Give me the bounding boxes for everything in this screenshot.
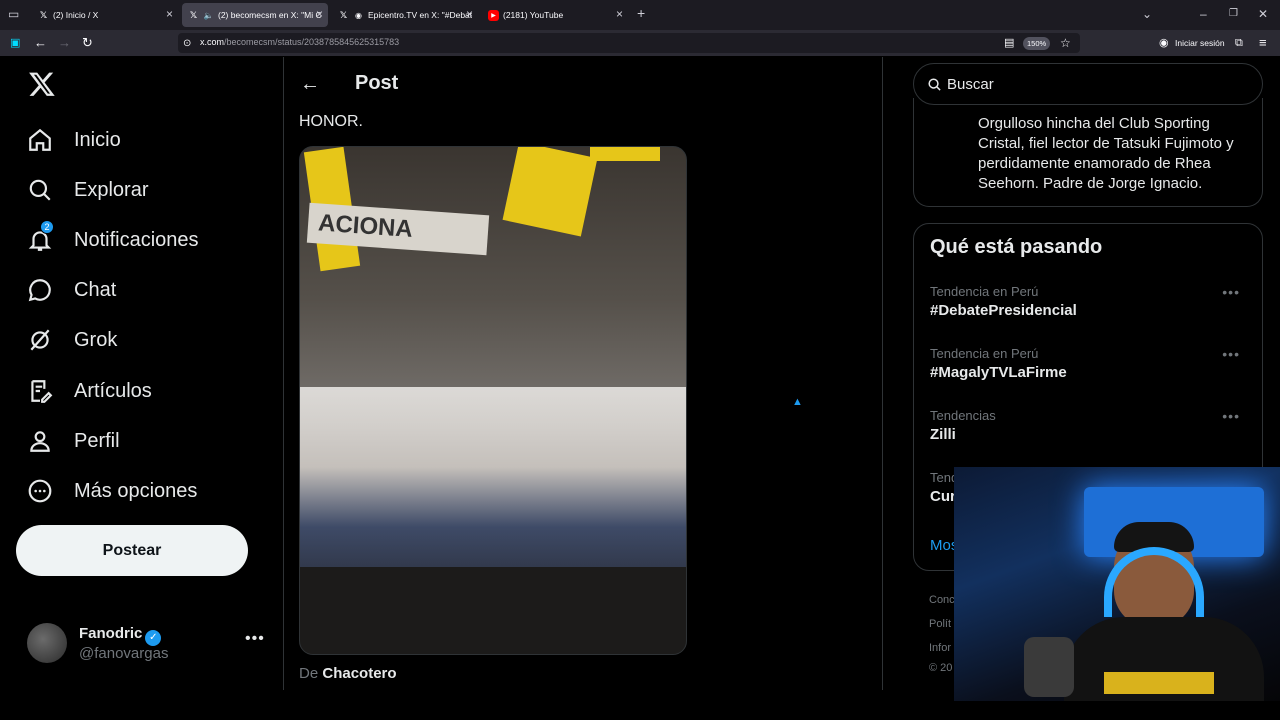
column-divider bbox=[283, 57, 284, 690]
flag-shape bbox=[590, 147, 660, 161]
verified-badge-icon: ✓ bbox=[145, 630, 162, 646]
menu-icon[interactable]: ≡ bbox=[1259, 35, 1267, 51]
trends-title: Qué está pasando bbox=[930, 236, 1103, 258]
close-tab-icon[interactable]: × bbox=[466, 7, 473, 21]
flag-shape bbox=[502, 147, 598, 237]
url-bar[interactable]: ⊙ x.com/becomecsm/status/203878584562531… bbox=[178, 33, 1080, 53]
youtube-icon: ▶ bbox=[488, 9, 499, 21]
zoom-indicator[interactable]: 150% bbox=[1023, 37, 1051, 50]
close-tab-icon[interactable]: × bbox=[316, 7, 323, 21]
footer-link[interactable]: Conc bbox=[929, 594, 955, 606]
sidebar-item-explorar[interactable]: Explorar bbox=[26, 172, 148, 208]
tab-list-icon[interactable]: ▭ bbox=[8, 7, 19, 21]
tab-inicio[interactable]: 𝕏 (2) Inicio / X × bbox=[32, 3, 178, 27]
account-switcher[interactable]: Fanodric ✓ @fanovargas ••• bbox=[27, 622, 267, 666]
jersey-stripe-shape bbox=[1104, 672, 1214, 694]
chevron-down-icon[interactable]: ⌄ bbox=[1142, 7, 1152, 21]
close-tab-icon[interactable]: × bbox=[166, 7, 173, 21]
more-dots-icon[interactable]: ••• bbox=[1222, 408, 1240, 424]
bookmark-star-icon[interactable]: ☆ bbox=[1060, 35, 1071, 51]
restore-icon[interactable]: ❐ bbox=[1229, 8, 1238, 19]
browser-tab-bar: ▭ 𝕏 (2) Inicio / X × 𝕏 🔈 (2) becomecsm e… bbox=[0, 0, 1280, 30]
sidebar-item-inicio[interactable]: Inicio bbox=[26, 122, 121, 158]
signin-button[interactable]: Iniciar sesión bbox=[1175, 38, 1225, 48]
microphone-shape bbox=[1024, 637, 1074, 697]
x-logo-icon[interactable] bbox=[28, 70, 56, 98]
column-divider bbox=[882, 57, 883, 690]
post-video[interactable]: ACIONA bbox=[299, 146, 687, 655]
source-link[interactable]: Chacotero bbox=[322, 665, 396, 682]
webcam-overlay bbox=[954, 467, 1280, 701]
copyright-text: © 20 bbox=[929, 662, 953, 674]
back-icon[interactable]: ← bbox=[34, 35, 47, 51]
video-source: De Chacotero bbox=[299, 665, 397, 682]
more-dots-icon[interactable]: ••• bbox=[1222, 284, 1240, 300]
more-circle-icon bbox=[26, 477, 54, 505]
page-title: Post bbox=[355, 72, 399, 94]
close-tab-icon[interactable]: × bbox=[616, 7, 623, 21]
sidebar-item-chat[interactable]: Chat bbox=[26, 272, 116, 308]
reader-view-icon[interactable]: ▤ bbox=[1004, 35, 1014, 51]
trend-item[interactable]: Tendencias Zilli ••• bbox=[930, 408, 1250, 452]
browser-nav-bar: ▣ ← → ↻ ⊙ x.com/becomecsm/status/2038785… bbox=[0, 30, 1280, 56]
author-bio: Orgulloso hincha del Club Sporting Crist… bbox=[978, 115, 1234, 192]
profile-handle: @fanovargas bbox=[79, 645, 169, 662]
trend-item[interactable]: Tendencia en Perú #DebatePresidencial ••… bbox=[930, 284, 1250, 328]
chat-bubble-icon bbox=[26, 276, 54, 304]
sidebar-item-perfil[interactable]: Perfil bbox=[26, 423, 120, 459]
x-logo-icon: 𝕏 bbox=[339, 9, 348, 20]
x-logo-icon: 𝕏 bbox=[189, 9, 198, 20]
tab-becomecsm[interactable]: 𝕏 🔈 (2) becomecsm en X: "Mi C × bbox=[182, 3, 328, 27]
post-text: HONOR. bbox=[299, 113, 363, 130]
post-button[interactable]: Postear bbox=[16, 525, 248, 576]
avatar bbox=[27, 623, 67, 663]
author-bio-card: Orgulloso hincha del Club Sporting Crist… bbox=[913, 98, 1263, 207]
tab-epicentro[interactable]: 𝕏 ◉ Epicentro.TV en X: "#Debat × bbox=[332, 3, 478, 27]
x-logo-icon: 𝕏 bbox=[39, 9, 48, 20]
sidebar-item-grok[interactable]: Grok bbox=[26, 322, 117, 358]
minimize-icon[interactable]: – bbox=[1200, 7, 1207, 21]
more-dots-icon[interactable]: ••• bbox=[1222, 346, 1240, 362]
sidebar-item-articulos[interactable]: Artículos bbox=[26, 373, 152, 409]
reload-icon[interactable]: ↻ bbox=[82, 35, 93, 51]
footer-link[interactable]: Polít bbox=[929, 618, 951, 630]
sidebar-item-notificaciones[interactable]: 2 Notificaciones bbox=[26, 220, 199, 258]
search-icon bbox=[928, 78, 941, 91]
site-info-icon[interactable]: ⊙ bbox=[183, 36, 191, 52]
new-tab-icon[interactable]: + bbox=[637, 5, 645, 21]
trend-item[interactable]: Tendencia en Perú #MagalyTVLaFirme ••• bbox=[930, 346, 1250, 390]
sidebar-toggle-icon[interactable]: ▣ bbox=[10, 35, 20, 51]
crowd-shape bbox=[300, 387, 686, 587]
extensions-icon[interactable]: ⧉ bbox=[1235, 35, 1243, 51]
grok-icon bbox=[26, 326, 54, 354]
person-icon bbox=[26, 427, 54, 455]
speaker-icon[interactable]: 🔈 bbox=[203, 10, 214, 21]
road-shape bbox=[300, 567, 686, 654]
forward-icon[interactable]: → bbox=[58, 35, 71, 51]
tab-youtube[interactable]: ▶ (2181) YouTube × bbox=[482, 3, 628, 27]
bell-icon: 2 bbox=[26, 220, 54, 254]
profile-name: Fanodric ✓ bbox=[79, 625, 162, 646]
home-icon bbox=[26, 126, 54, 154]
sidebar-item-mas-opciones[interactable]: Más opciones bbox=[26, 473, 197, 509]
close-window-icon[interactable]: ✕ bbox=[1258, 7, 1268, 21]
playing-icon: ◉ bbox=[355, 10, 362, 20]
mouse-cursor-icon: ▲ bbox=[792, 396, 803, 408]
back-arrow-icon[interactable]: ← bbox=[300, 73, 320, 96]
notification-badge: 2 bbox=[40, 220, 54, 234]
url-text: x.com/becomecsm/status/20387858456253157… bbox=[200, 37, 400, 47]
more-dots-icon[interactable]: ••• bbox=[245, 630, 265, 648]
article-icon bbox=[26, 377, 54, 405]
account-icon: ◉ bbox=[1159, 37, 1169, 49]
search-icon bbox=[26, 176, 54, 204]
footer-link[interactable]: Infor bbox=[929, 642, 951, 654]
